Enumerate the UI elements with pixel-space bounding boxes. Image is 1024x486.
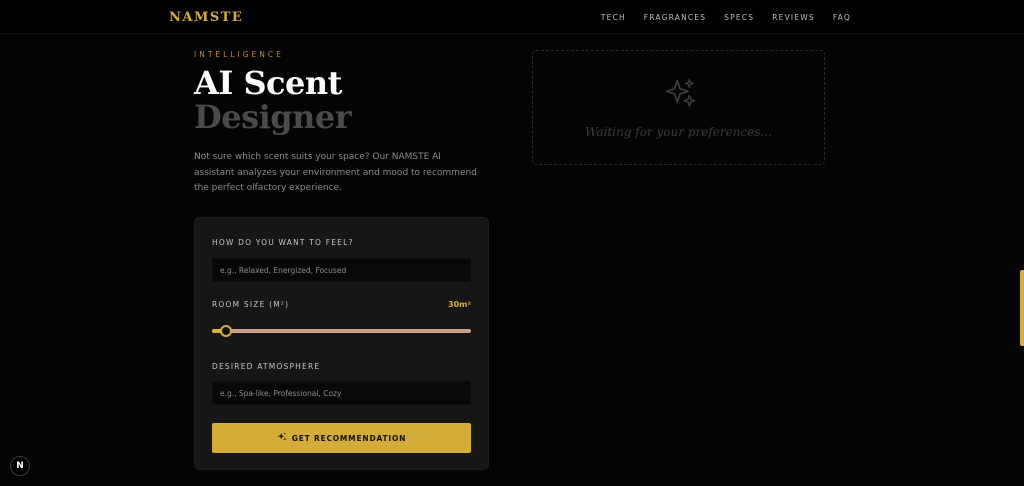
sparkles-icon: [277, 432, 287, 444]
scroll-indicator[interactable]: [1020, 270, 1024, 346]
nav-link-tech[interactable]: TECH: [601, 13, 626, 22]
waiting-text: Waiting for your preferences...: [585, 125, 772, 139]
room-size-slider[interactable]: [212, 325, 471, 337]
nav-link-faq[interactable]: FAQ: [833, 13, 851, 22]
section-eyebrow: INTELLIGENCE: [194, 50, 284, 59]
brand-logo[interactable]: NAMSTE: [169, 10, 243, 25]
get-recommendation-label: GET RECOMMENDATION: [291, 433, 407, 443]
recommendation-result-panel: Waiting for your preferences...: [532, 50, 825, 165]
scent-form-card: HOW DO YOU WANT TO FEEL? ROOM SIZE (M²) …: [194, 217, 489, 470]
top-nav: NAMSTE TECH FRAGRANCES SPECS REVIEWS FAQ: [0, 0, 1024, 34]
dev-badge[interactable]: N: [10, 456, 30, 476]
feel-input[interactable]: [212, 258, 471, 282]
nav-link-fragrances[interactable]: FRAGRANCES: [644, 13, 706, 22]
page-title-secondary: Designer: [194, 98, 352, 136]
get-recommendation-button[interactable]: GET RECOMMENDATION: [212, 423, 471, 453]
atmosphere-label: DESIRED ATMOSPHERE: [212, 362, 321, 371]
atmosphere-input[interactable]: [212, 381, 471, 405]
sparkles-icon: [664, 78, 696, 114]
nav-link-reviews[interactable]: REVIEWS: [772, 13, 815, 22]
room-size-label: ROOM SIZE (M²): [212, 300, 290, 309]
feel-label: HOW DO YOU WANT TO FEEL?: [212, 238, 354, 247]
nav-links: TECH FRAGRANCES SPECS REVIEWS FAQ: [601, 13, 851, 22]
room-size-value: 30m²: [448, 300, 471, 309]
section-description: Not sure which scent suits your space? O…: [194, 152, 477, 193]
room-size-slider-thumb[interactable]: [219, 325, 232, 337]
page-title: AI Scent: [194, 64, 342, 102]
nav-link-specs[interactable]: SPECS: [724, 13, 754, 22]
